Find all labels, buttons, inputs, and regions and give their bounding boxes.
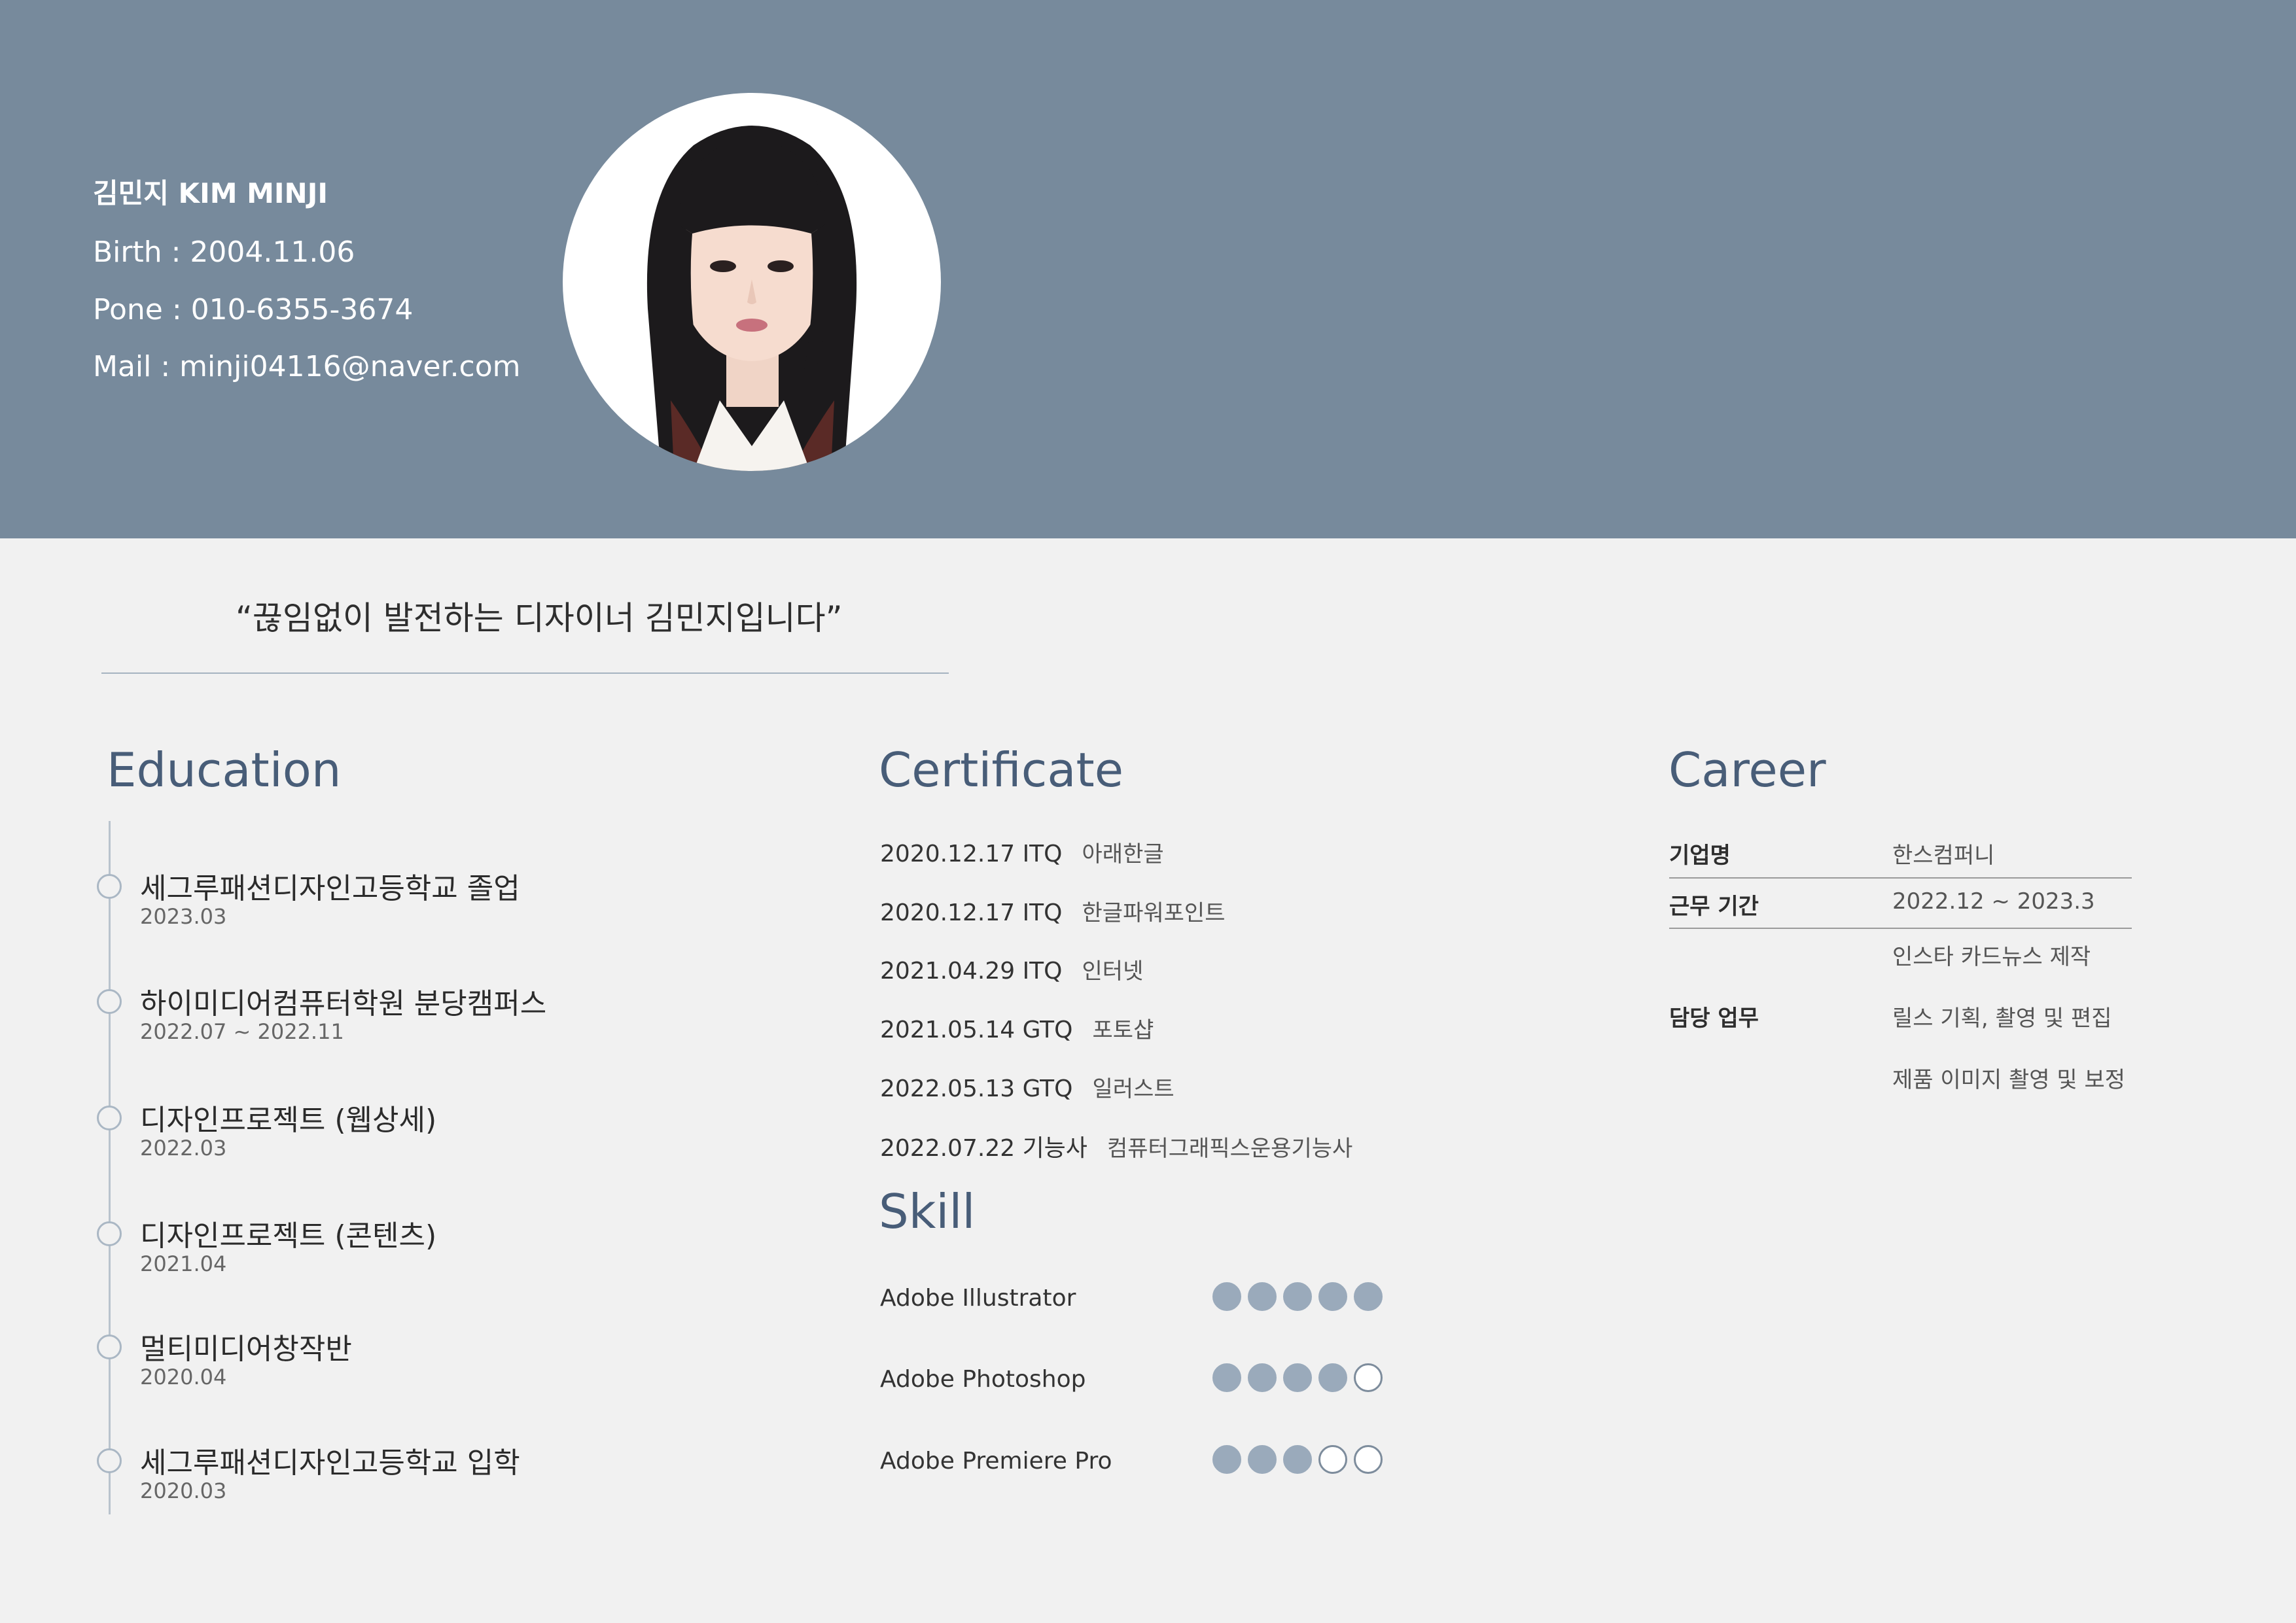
skill-name: Adobe Photoshop: [880, 1366, 1086, 1393]
rating-dot-filled: [1248, 1282, 1277, 1311]
rating-dot-filled: [1354, 1282, 1383, 1311]
rating-dot-filled: [1212, 1445, 1241, 1474]
education-date: 2023.03: [140, 904, 227, 929]
certificate-date: 2020.12.17 ITQ: [880, 841, 1063, 867]
education-date: 2020.04: [140, 1365, 227, 1389]
rating-dot-empty: [1318, 1445, 1347, 1474]
certificate-name: 인터넷: [1082, 958, 1144, 985]
career-divider: [1669, 928, 2132, 929]
rating-dot-filled: [1318, 1363, 1347, 1392]
timeline-dot: [97, 989, 122, 1014]
education-name: 디자인프로젝트 (콘텐츠): [140, 1219, 437, 1253]
education-item: 디자인프로젝트 (콘텐츠) 2021.04: [97, 1212, 751, 1284]
certificate-name: 한글파워포인트: [1082, 900, 1226, 926]
duty-item: 릴스 기획, 촬영 및 편집: [1892, 1005, 2112, 1032]
education-item: 하이미디어컴퓨터학원 분당캠퍼스 2022.07 ~ 2022.11: [97, 980, 751, 1052]
rating-dot-filled: [1248, 1445, 1277, 1474]
skill-rating: [1212, 1363, 1383, 1392]
education-date: 2022.03: [140, 1136, 227, 1161]
skill-name: Adobe Illustrator: [880, 1285, 1076, 1312]
duty-item: 인스타 카드뉴스 제작: [1892, 944, 2091, 970]
rating-dot-filled: [1283, 1282, 1312, 1311]
company-value: 한스컴퍼니: [1892, 843, 1995, 869]
portrait-illustration: [563, 93, 941, 471]
duty-item: 제품 이미지 촬영 및 보정: [1892, 1067, 2126, 1093]
certificate-date: 2022.05.13 GTQ: [880, 1075, 1073, 1102]
certificate-item: 2022.05.13 GTQ 일러스트: [880, 1071, 1174, 1104]
timeline-dot: [97, 874, 122, 899]
education-title: Education: [107, 742, 342, 797]
headline-quote: “끊임없이 발전하는 디자이너 김민지입니다”: [236, 599, 843, 637]
profile-name: 김민지 KIM MINJI: [93, 177, 328, 209]
mail-info: Mail : minji04116@naver.com: [93, 350, 521, 383]
education-name: 하이미디어컴퓨터학원 분당캠퍼스: [140, 987, 547, 1021]
education-date: 2021.04: [140, 1251, 227, 1276]
duty-label: 담당 업무: [1669, 1005, 1759, 1032]
quote-divider: [101, 672, 949, 674]
skill-rating: [1212, 1282, 1383, 1311]
education-name: 멀티미디어창작반: [140, 1333, 352, 1366]
certificate-title: Certificate: [879, 742, 1123, 797]
education-name: 세그루패션디자인고등학교 졸업: [140, 872, 520, 905]
certificate-date: 2021.04.29 ITQ: [880, 958, 1063, 985]
timeline-dot: [97, 1106, 122, 1130]
skill-item: Adobe Illustrator: [880, 1282, 1404, 1318]
certificate-item: 2021.04.29 ITQ 인터넷: [880, 953, 1143, 986]
rating-dot-empty: [1354, 1445, 1383, 1474]
period-label: 근무 기간: [1669, 894, 1759, 920]
skill-rating: [1212, 1445, 1383, 1474]
certificate-name: 아래한글: [1082, 841, 1164, 867]
rating-dot-filled: [1248, 1363, 1277, 1392]
career-title: Career: [1669, 742, 1826, 797]
rating-dot-filled: [1212, 1282, 1241, 1311]
education-date: 2020.03: [140, 1478, 227, 1503]
education-item: 세그루패션디자인고등학교 입학 2020.03: [97, 1439, 751, 1511]
education-date: 2022.07 ~ 2022.11: [140, 1019, 344, 1044]
rating-dot-empty: [1354, 1363, 1383, 1392]
certificate-date: 2021.05.14 GTQ: [880, 1017, 1073, 1043]
certificate-item: 2022.07.22 기능사 컴퓨터그래픽스운용기능사: [880, 1129, 1352, 1162]
certificate-date: 2022.07.22 기능사: [880, 1135, 1087, 1162]
skill-item: Adobe Photoshop: [880, 1363, 1404, 1399]
certificate-item: 2020.12.17 ITQ 아래한글: [880, 836, 1164, 869]
certificate-name: 일러스트: [1092, 1076, 1174, 1102]
company-label: 기업명: [1669, 843, 1731, 869]
certificate-item: 2021.05.14 GTQ 포토샵: [880, 1012, 1154, 1045]
certificate-date: 2020.12.17 ITQ: [880, 899, 1063, 926]
education-name: 디자인프로젝트 (웹상세): [140, 1104, 437, 1137]
rating-dot-filled: [1212, 1363, 1241, 1392]
rating-dot-filled: [1283, 1445, 1312, 1474]
career-divider: [1669, 877, 2132, 879]
phone-info: Pone : 010-6355-3674: [93, 293, 414, 326]
education-item: 세그루패션디자인고등학교 졸업 2023.03: [97, 865, 751, 937]
education-name: 세그루패션디자인고등학교 입학: [140, 1446, 520, 1480]
certificate-name: 포토샵: [1092, 1017, 1154, 1043]
profile-photo: [563, 93, 941, 471]
birth-info: Birth : 2004.11.06: [93, 236, 355, 269]
certificate-item: 2020.12.17 ITQ 한글파워포인트: [880, 895, 1225, 928]
skill-item: Adobe Premiere Pro: [880, 1445, 1404, 1480]
rating-dot-filled: [1318, 1282, 1347, 1311]
rating-dot-filled: [1283, 1363, 1312, 1392]
certificate-name: 컴퓨터그래픽스운용기능사: [1106, 1136, 1353, 1162]
timeline-dot: [97, 1221, 122, 1246]
education-item: 디자인프로젝트 (웹상세) 2022.03: [97, 1096, 751, 1168]
timeline-dot: [97, 1448, 122, 1473]
profile-header: 김민지 KIM MINJI Birth : 2004.11.06 Pone : …: [0, 0, 2296, 538]
timeline-dot: [97, 1335, 122, 1359]
period-value: 2022.12 ~ 2023.3: [1892, 888, 2095, 915]
skill-title: Skill: [879, 1184, 976, 1239]
education-item: 멀티미디어창작반 2020.04: [97, 1325, 751, 1397]
skill-name: Adobe Premiere Pro: [880, 1448, 1112, 1475]
